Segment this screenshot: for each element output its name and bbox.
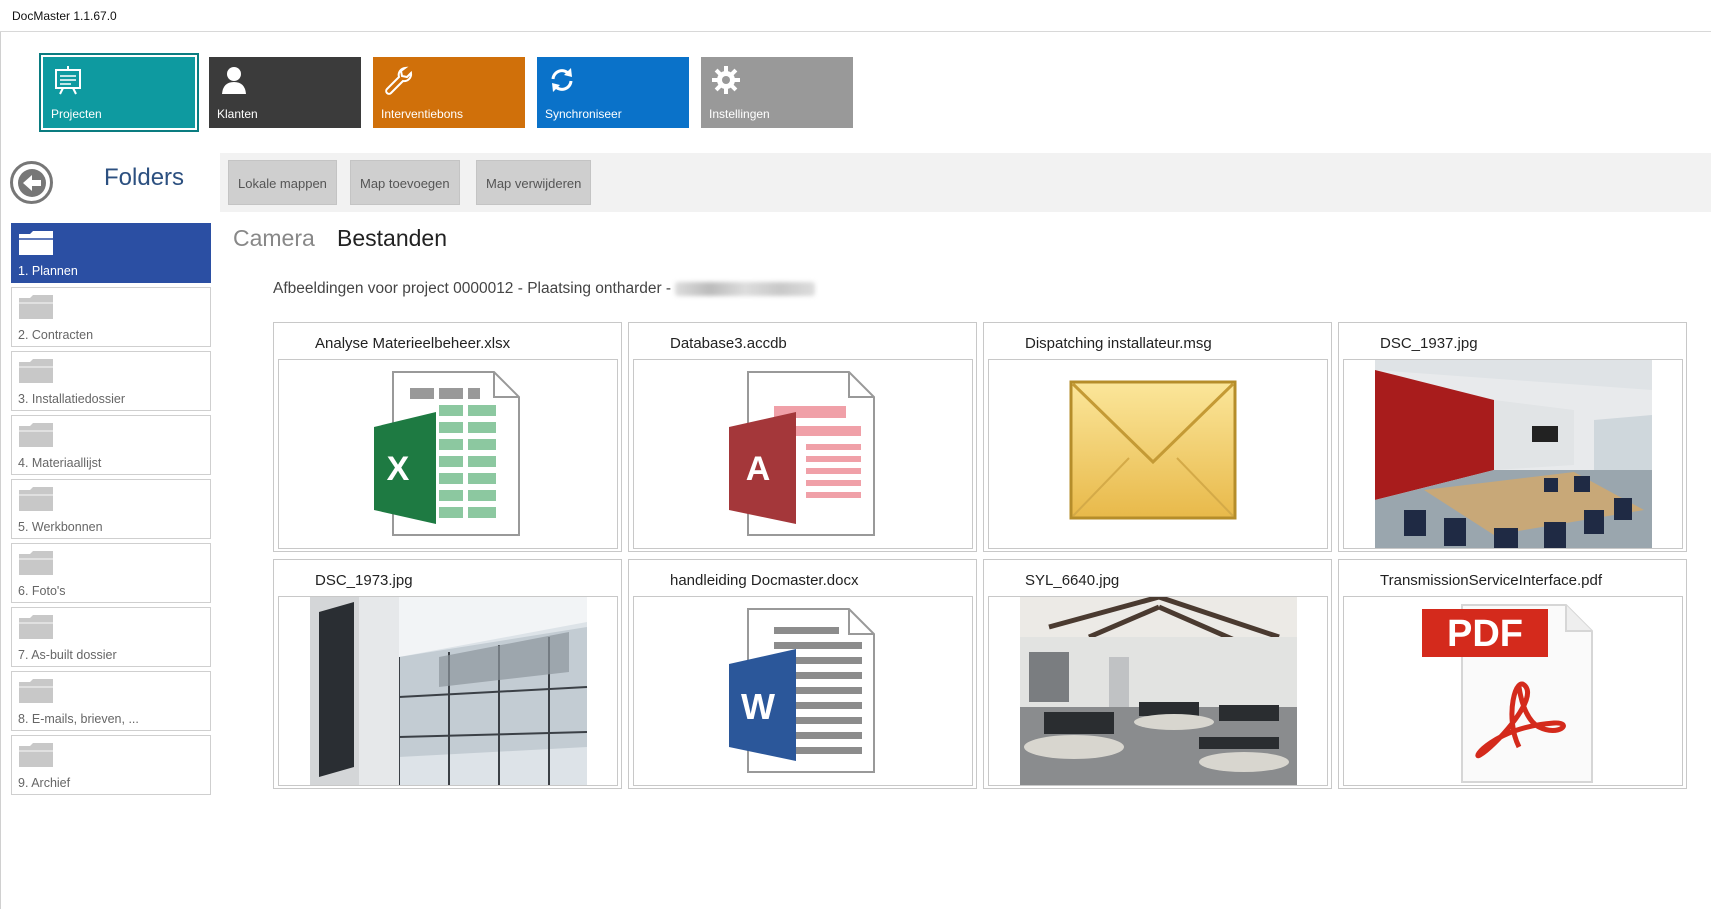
photo-meeting-room	[1375, 360, 1652, 548]
folder-label: 6. Foto's	[18, 584, 66, 598]
folder-item[interactable]: 5. Werkbonnen	[11, 479, 211, 539]
access-icon: A	[729, 371, 875, 536]
project-info-text: Afbeeldingen voor project 0000012 - Plaa…	[273, 280, 672, 297]
projector-board-icon	[55, 66, 81, 95]
back-arrow-icon	[18, 169, 46, 197]
file-card[interactable]: handleiding Docmaster.docx W	[628, 559, 977, 789]
gear-icon	[712, 66, 740, 94]
nav-tile-interventiebons[interactable]: Interventiebons	[373, 57, 525, 128]
nav-tile-projecten[interactable]: Projecten	[39, 53, 199, 132]
folder-icon	[19, 679, 53, 703]
pdf-icon: PDF	[1422, 604, 1593, 783]
folder-item[interactable]: 6. Foto's	[11, 543, 211, 603]
nav-tile-label: Instellingen	[709, 107, 770, 121]
folder-label: 8. E-mails, brieven, ...	[18, 712, 139, 726]
excel-icon: X	[374, 371, 520, 536]
redacted-client-name	[675, 281, 816, 296]
file-name: TransmissionServiceInterface.pdf	[1380, 572, 1603, 589]
photo-office	[1020, 597, 1297, 785]
file-card[interactable]: Database3.accdb A	[628, 322, 977, 552]
folder-label: 7. As-built dossier	[18, 648, 117, 662]
file-card[interactable]: SYL_6640.jpg	[983, 559, 1332, 789]
file-card[interactable]: DSC_1937.jpg	[1338, 322, 1687, 552]
folder-item[interactable]: 9. Archief	[11, 735, 211, 795]
folder-icon	[19, 743, 53, 767]
folder-item[interactable]: 7. As-built dossier	[11, 607, 211, 667]
toolbar: Lokale mappen Map toevoegen Map verwijde…	[220, 153, 1711, 212]
file-preview: A	[633, 359, 973, 549]
folder-icon	[19, 615, 53, 639]
nav-tile-synchroniseer[interactable]: Synchroniseer	[537, 57, 689, 128]
wrench-icon	[385, 66, 413, 95]
local-folders-button[interactable]: Lokale mappen	[228, 160, 337, 205]
svg-text:A: A	[746, 450, 771, 488]
folder-icon	[19, 231, 53, 255]
tab-files[interactable]: Bestanden	[337, 225, 447, 252]
folder-icon	[19, 551, 53, 575]
folder-label: 5. Werkbonnen	[18, 520, 103, 534]
file-preview: PDF	[1343, 596, 1683, 786]
folder-item[interactable]: 1. Plannen	[11, 223, 211, 283]
add-folder-button[interactable]: Map toevoegen	[350, 160, 460, 205]
title-bar: DocMaster 1.1.67.0	[0, 0, 1711, 32]
folder-item[interactable]: 3. Installatiedossier	[11, 351, 211, 411]
user-icon	[222, 67, 246, 94]
file-name: handleiding Docmaster.docx	[670, 572, 859, 589]
envelope-icon	[1069, 380, 1237, 520]
file-preview: W	[633, 596, 973, 786]
file-card[interactable]: Analyse Materieelbeheer.xlsx X	[273, 322, 622, 552]
folder-label: 3. Installatiedossier	[18, 392, 126, 406]
file-preview	[278, 596, 618, 786]
nav-tile-label: Interventiebons	[381, 107, 464, 121]
folder-icon	[19, 359, 53, 383]
file-name: Dispatching installateur.msg	[1025, 335, 1212, 352]
folder-icon	[19, 423, 53, 447]
word-icon: W	[729, 608, 875, 773]
folder-label: 4. Materiaallijst	[18, 456, 102, 470]
sync-icon	[551, 68, 573, 92]
folder-label: 2. Contracten	[18, 328, 94, 342]
svg-text:X: X	[387, 450, 410, 488]
nav-tile-label: Projecten	[51, 107, 102, 121]
back-button[interactable]	[10, 161, 53, 204]
file-card[interactable]: Dispatching installateur.msg	[983, 322, 1332, 552]
tab-camera[interactable]: Camera	[233, 225, 315, 252]
photo-atrium	[310, 597, 588, 785]
file-preview	[988, 596, 1328, 786]
file-name: SYL_6640.jpg	[1025, 572, 1120, 589]
file-preview	[988, 359, 1328, 549]
folder-item[interactable]: 8. E-mails, brieven, ...	[11, 671, 211, 731]
nav-tile-instellingen[interactable]: Instellingen	[701, 57, 853, 128]
folder-item[interactable]: 4. Materiaallijst	[11, 415, 211, 475]
nav-tile-label: Synchroniseer	[545, 107, 622, 121]
folder-icon	[19, 295, 53, 319]
file-name: DSC_1973.jpg	[315, 572, 413, 589]
folder-icon	[19, 487, 53, 511]
svg-text:PDF: PDF	[1447, 613, 1523, 655]
folder-label: 1. Plannen	[18, 264, 78, 278]
file-name: Analyse Materieelbeheer.xlsx	[315, 335, 511, 352]
folders-title: Folders	[104, 164, 185, 191]
file-preview	[1343, 359, 1683, 549]
file-name: Database3.accdb	[670, 335, 787, 352]
project-info: Afbeeldingen voor project 0000012 - Plaa…	[273, 280, 816, 298]
window-title: DocMaster 1.1.67.0	[12, 9, 117, 23]
remove-folder-button[interactable]: Map verwijderen	[476, 160, 592, 205]
window-border	[0, 32, 1, 909]
folder-label: 9. Archief	[18, 776, 71, 790]
file-card[interactable]: DSC_1973.jpg	[273, 559, 622, 789]
folder-item[interactable]: 2. Contracten	[11, 287, 211, 347]
file-name: DSC_1937.jpg	[1380, 335, 1478, 352]
nav-tile-klanten[interactable]: Klanten	[209, 57, 361, 128]
file-preview: X	[278, 359, 618, 549]
nav-tile-label: Klanten	[217, 107, 258, 121]
svg-text:W: W	[741, 686, 775, 727]
file-card[interactable]: TransmissionServiceInterface.pdf PDF	[1338, 559, 1687, 789]
